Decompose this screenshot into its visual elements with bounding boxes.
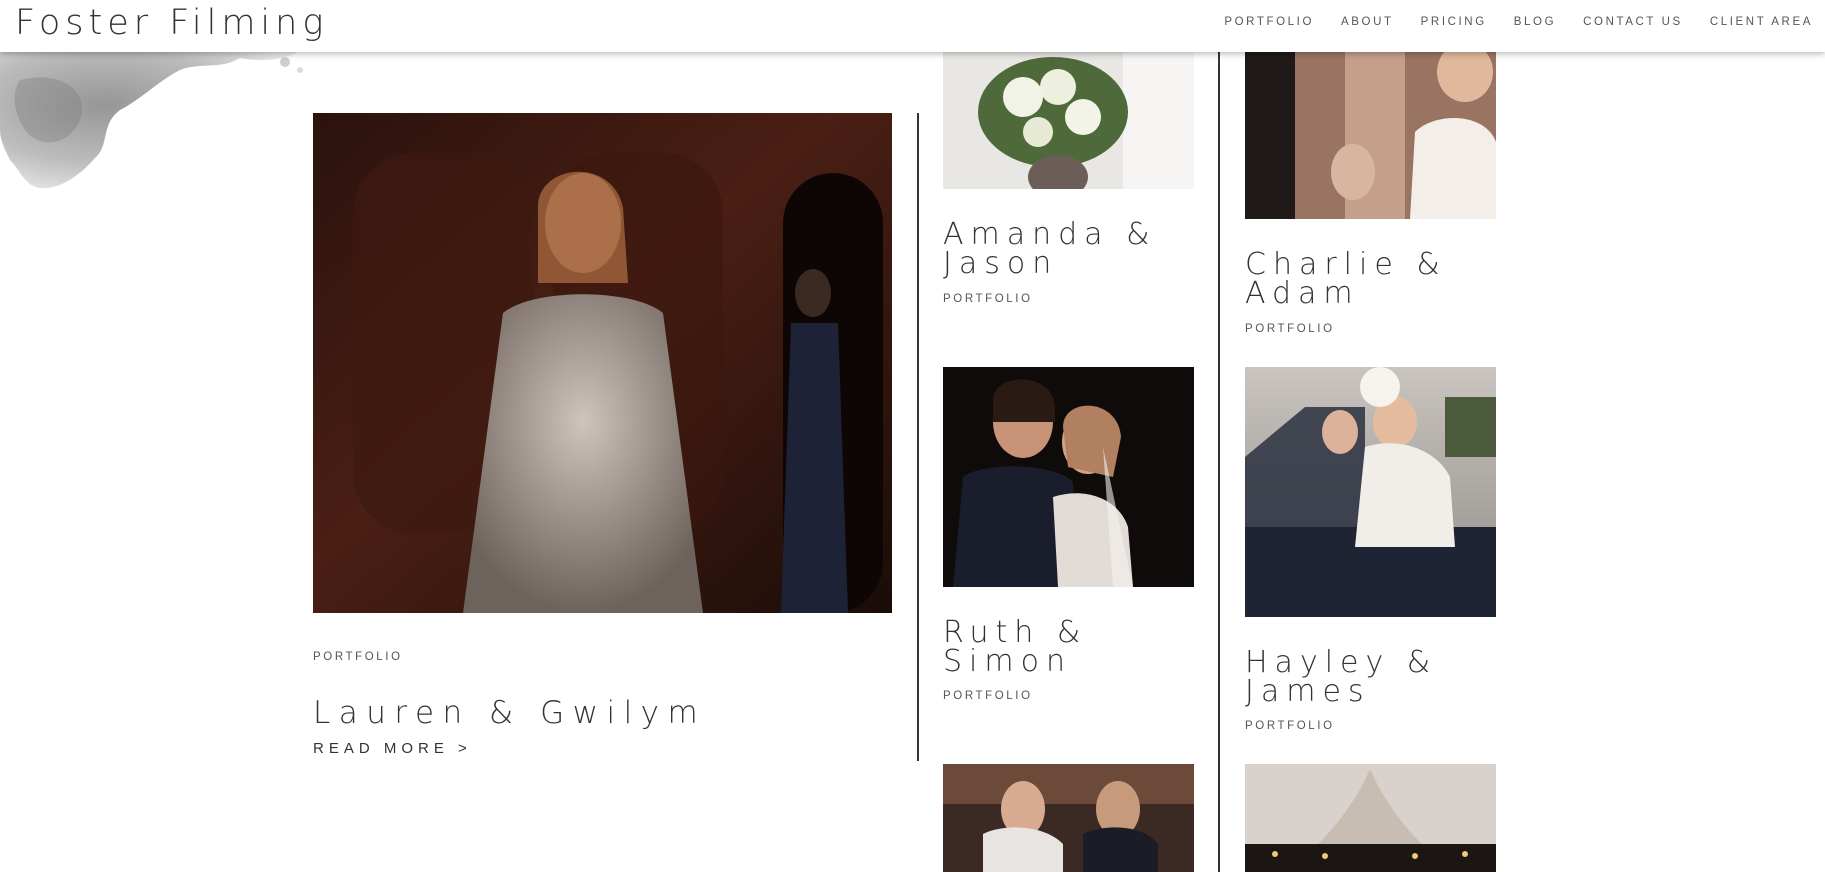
nav-about[interactable]: ABOUT	[1341, 16, 1394, 28]
site-header: Foster Filming PORTFOLIO ABOUT PRICING B…	[0, 0, 1825, 52]
post-title-charlie-adam[interactable]: Charlie & Adam	[1245, 250, 1447, 309]
post-category[interactable]: PORTFOLIO	[943, 690, 1033, 702]
featured-title[interactable]: Lauren & Gwilym	[313, 698, 706, 729]
site-logo[interactable]: Foster Filming	[15, 3, 328, 43]
post-title-amanda-jason[interactable]: Amanda & Jason	[943, 220, 1157, 279]
column-divider	[917, 113, 919, 761]
post-photo-hayley-james[interactable]	[1245, 367, 1496, 617]
post-photo-ruth-simon[interactable]	[943, 367, 1194, 587]
post-category[interactable]: PORTFOLIO	[943, 293, 1033, 305]
post-photo-next[interactable]	[943, 764, 1194, 872]
post-title-ruth-simon[interactable]: Ruth & Simon	[943, 618, 1087, 677]
post-category[interactable]: PORTFOLIO	[1245, 720, 1335, 732]
watercolor-splash	[0, 50, 303, 189]
post-title-hayley-james[interactable]: Hayley & James	[1245, 648, 1437, 707]
post-category[interactable]: PORTFOLIO	[1245, 323, 1335, 335]
post-photo-next-2[interactable]	[1245, 764, 1496, 872]
nav-portfolio[interactable]: PORTFOLIO	[1224, 16, 1314, 28]
featured-photo[interactable]	[313, 113, 892, 613]
column-divider	[1218, 52, 1220, 872]
featured-category[interactable]: PORTFOLIO	[313, 651, 403, 663]
nav-blog[interactable]: BLOG	[1514, 16, 1556, 28]
nav-client-area[interactable]: CLIENT AREA	[1710, 16, 1813, 28]
read-more-link[interactable]: READ MORE >	[313, 740, 472, 757]
nav-contact-us[interactable]: CONTACT US	[1583, 16, 1683, 28]
post-photo-charlie-adam[interactable]	[1245, 52, 1496, 219]
main-nav: PORTFOLIO ABOUT PRICING BLOG CONTACT US …	[1197, 16, 1813, 28]
post-photo-amanda-jason[interactable]	[943, 52, 1194, 189]
nav-pricing[interactable]: PRICING	[1421, 16, 1487, 28]
